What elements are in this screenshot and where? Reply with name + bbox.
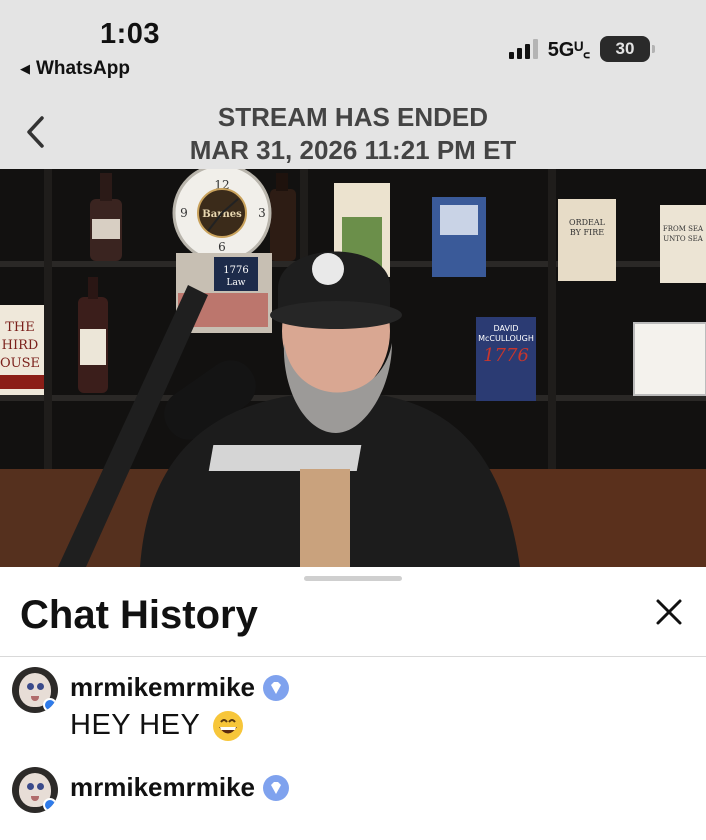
chat-history-sheet: Chat History mrmikemrmike HEY HEY mrmike… [0, 567, 706, 840]
svg-text:DAVID: DAVID [494, 324, 519, 333]
chat-message: mrmikemrmike [12, 767, 692, 827]
svg-text:Barnes: Barnes [202, 209, 242, 220]
svg-text:1776: 1776 [223, 265, 248, 276]
video-player[interactable]: 12 3 6 9 Barnes THE HIRD OUSE 1776 Law [0, 169, 706, 567]
svg-text:UNTO SEA: UNTO SEA [663, 235, 704, 243]
svg-text:Law: Law [226, 278, 245, 288]
svg-text:9: 9 [180, 206, 188, 220]
status-time: 1:03 [100, 18, 161, 50]
message-text: HEY HEY [70, 709, 201, 741]
svg-text:McCULLOUGH: McCULLOUGH [478, 334, 534, 343]
diamond-badge-icon [263, 774, 289, 801]
username-text: mrmikemrmike [70, 672, 255, 702]
svg-text:HIRD: HIRD [2, 338, 39, 353]
back-triangle-icon: ◀ [20, 61, 30, 76]
chat-message-text: HEY HEY [70, 709, 244, 742]
back-to-app-link[interactable]: ◀ WhatsApp [20, 58, 130, 80]
avatar[interactable] [12, 667, 58, 713]
battery-level: 30 [615, 38, 635, 58]
back-app-label: WhatsApp [36, 58, 130, 79]
clock-icon: 12 3 6 9 Barnes [172, 169, 272, 263]
svg-text:3: 3 [258, 206, 266, 220]
network-label: 5Gᵁ꜀ [547, 39, 590, 61]
battery-icon: 30 [600, 35, 655, 62]
svg-text:FROM SEA: FROM SEA [663, 225, 704, 233]
signal-icon [508, 38, 538, 59]
chat-username[interactable]: mrmikemrmike [70, 672, 289, 703]
svg-text:1776: 1776 [483, 345, 529, 366]
svg-text:THE: THE [5, 320, 35, 335]
stream-date: MAR 31, 2026 11:21 PM ET [189, 135, 517, 165]
grinning-face-icon [213, 710, 244, 741]
video-frame: 12 3 6 9 Barnes THE HIRD OUSE 1776 Law [0, 169, 706, 567]
diamond-badge-icon [263, 674, 289, 701]
svg-text:ORDEAL: ORDEAL [569, 218, 606, 227]
avatar[interactable] [12, 767, 58, 813]
status-icons: 5Gᵁ꜀ 30 [508, 35, 655, 62]
chat-history-title: Chat History [20, 593, 258, 637]
chat-username[interactable]: mrmikemrmike [70, 772, 289, 803]
verified-icon [43, 798, 57, 812]
username-text: mrmikemrmike [70, 772, 255, 802]
top-bar: 1:03 ◀ WhatsApp 5Gᵁ꜀ 30 STREAM HAS ENDED… [0, 0, 706, 169]
svg-text:6: 6 [218, 240, 226, 254]
svg-text:OUSE: OUSE [0, 356, 40, 371]
chat-message: mrmikemrmike HEY HEY [12, 667, 692, 751]
sheet-grabber[interactable] [304, 576, 402, 581]
verified-icon [43, 698, 57, 712]
stream-status-title: STREAM HAS ENDED [217, 102, 489, 132]
close-icon[interactable] [654, 597, 684, 627]
divider [0, 656, 706, 657]
svg-text:BY FIRE: BY FIRE [570, 228, 604, 237]
